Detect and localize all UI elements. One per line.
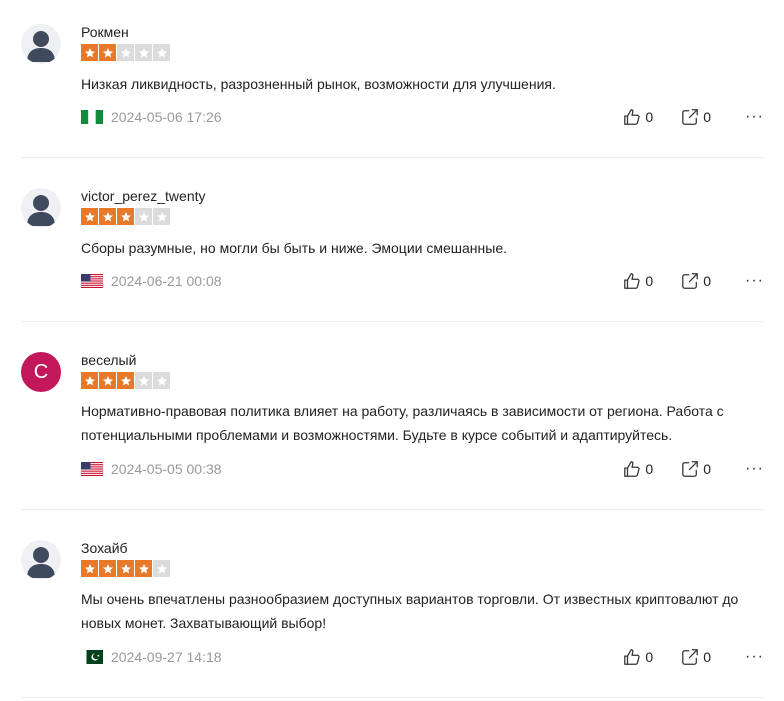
reviewer-name[interactable]: веселый [81, 352, 136, 368]
share-icon [682, 273, 699, 289]
review-text: Мы очень впечатлены разнообразием доступ… [81, 591, 739, 631]
thumbs-up-icon [624, 649, 641, 665]
star-rating [81, 560, 170, 577]
like-button[interactable]: 0 [623, 272, 653, 290]
review-item: C веселый Нормативно-правовая политика в… [21, 352, 764, 510]
star-filled-icon [99, 208, 116, 225]
like-button[interactable]: 0 [623, 460, 653, 478]
review-date: 2024-06-21 00:08 [111, 273, 222, 289]
star-filled-icon [135, 560, 152, 577]
thumbs-up-icon [624, 109, 641, 125]
user-avatar[interactable] [21, 540, 61, 580]
share-button[interactable]: 0 [681, 272, 711, 290]
share-count: 0 [703, 273, 712, 289]
share-button[interactable]: 0 [681, 648, 711, 666]
review-item: Зохайб Мы очень впечатлены разнообразием… [21, 540, 764, 698]
review-item: Рокмен Низкая ликвидность, разрозненный … [21, 24, 764, 158]
star-filled-icon [99, 372, 116, 389]
review-meta: 2024-09-27 14:18 [81, 649, 222, 665]
user-silhouette-icon [27, 195, 55, 226]
user-silhouette-icon [27, 31, 55, 62]
user-silhouette-icon [27, 547, 55, 578]
star-filled-icon [99, 44, 116, 61]
reviewer-name[interactable]: Зохайб [81, 540, 128, 556]
review-text: Сборы разумные, но могли бы быть и ниже.… [81, 240, 507, 256]
reviewer-name[interactable]: Рокмен [81, 24, 129, 40]
star-filled-icon [117, 372, 134, 389]
more-options-icon[interactable]: ··· [745, 460, 764, 478]
review-date: 2024-05-06 17:26 [111, 109, 222, 125]
more-options-icon[interactable]: ··· [745, 648, 764, 666]
star-filled-icon [117, 208, 134, 225]
more-options-icon[interactable]: ··· [745, 108, 764, 126]
star-filled-icon [81, 44, 98, 61]
star-filled-icon [81, 208, 98, 225]
share-count: 0 [703, 461, 712, 477]
avatar-letter: C [33, 360, 49, 383]
review-meta: 2024-05-06 17:26 [81, 109, 222, 125]
review-text: Нормативно-правовая политика влияет на р… [81, 403, 724, 443]
star-filled-icon [117, 560, 134, 577]
star-empty-icon [153, 208, 170, 225]
pakistan-flag-icon [81, 650, 103, 664]
star-filled-icon [81, 372, 98, 389]
like-count: 0 [645, 461, 654, 477]
review-text: Низкая ликвидность, разрозненный рынок, … [81, 76, 556, 92]
usa-flag-icon [81, 274, 103, 288]
review-meta: 2024-05-05 00:38 [81, 461, 222, 477]
share-count: 0 [703, 109, 712, 125]
share-count: 0 [703, 649, 712, 665]
star-rating [81, 208, 170, 225]
like-button[interactable]: 0 [623, 108, 653, 126]
thumbs-up-icon [624, 461, 641, 477]
star-empty-icon [117, 44, 134, 61]
like-count: 0 [645, 649, 654, 665]
share-button[interactable]: 0 [681, 460, 711, 478]
nigeria-flag-icon [81, 110, 103, 124]
star-empty-icon [153, 372, 170, 389]
star-empty-icon [153, 44, 170, 61]
review-actions: 0 0 ··· [595, 272, 764, 290]
star-rating [81, 372, 170, 389]
like-count: 0 [645, 109, 654, 125]
review-actions: 0 0 ··· [595, 648, 764, 666]
usa-flag-icon [81, 462, 103, 476]
reviewer-name[interactable]: victor_perez_twenty [81, 188, 206, 204]
review-actions: 0 0 ··· [595, 460, 764, 478]
star-empty-icon [153, 560, 170, 577]
user-avatar[interactable]: C [21, 352, 61, 392]
user-avatar[interactable] [21, 24, 61, 64]
star-empty-icon [135, 208, 152, 225]
review-list: Рокмен Низкая ликвидность, разрозненный … [0, 0, 784, 701]
star-filled-icon [99, 560, 116, 577]
user-avatar[interactable] [21, 188, 61, 228]
review-date: 2024-05-05 00:38 [111, 461, 222, 477]
share-icon [682, 649, 699, 665]
review-date: 2024-09-27 14:18 [111, 649, 222, 665]
star-filled-icon [81, 560, 98, 577]
star-empty-icon [135, 372, 152, 389]
share-icon [682, 461, 699, 477]
review-actions: 0 0 ··· [595, 108, 764, 126]
thumbs-up-icon [624, 273, 641, 289]
review-item: victor_perez_twenty Сборы разумные, но м… [21, 188, 764, 322]
share-button[interactable]: 0 [681, 108, 711, 126]
like-count: 0 [645, 273, 654, 289]
more-options-icon[interactable]: ··· [745, 272, 764, 290]
star-rating [81, 44, 170, 61]
star-empty-icon [135, 44, 152, 61]
review-meta: 2024-06-21 00:08 [81, 273, 222, 289]
share-icon [682, 109, 699, 125]
like-button[interactable]: 0 [623, 648, 653, 666]
